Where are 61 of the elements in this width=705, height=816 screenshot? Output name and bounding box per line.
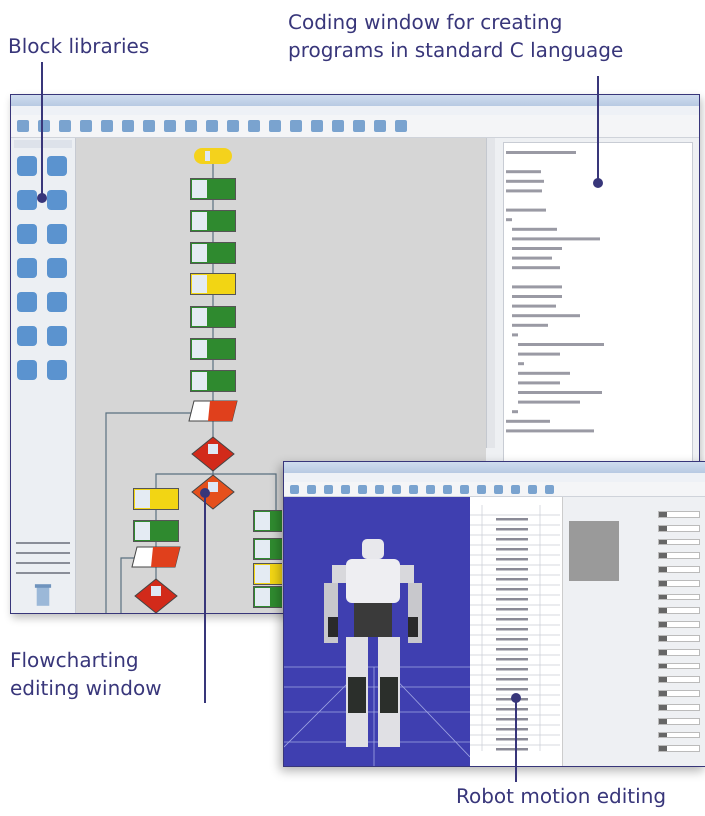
joint-field[interactable]: [658, 580, 700, 587]
joint-field[interactable]: [658, 594, 700, 600]
joint-field[interactable]: [658, 635, 700, 642]
action-block[interactable]: [190, 242, 236, 264]
action-block[interactable]: [133, 488, 179, 510]
block-icon[interactable]: [47, 292, 67, 312]
joint-field[interactable]: [658, 676, 700, 684]
joint-field[interactable]: [658, 621, 700, 628]
action-block[interactable]: [190, 338, 236, 360]
action-block[interactable]: [253, 510, 282, 532]
scroll-bar[interactable]: [486, 138, 495, 448]
trash-icon[interactable]: [34, 583, 52, 607]
block-icon[interactable]: [47, 258, 67, 278]
block-icon[interactable]: [47, 190, 67, 210]
joint-field[interactable]: [658, 745, 700, 752]
joint-field[interactable]: [658, 524, 700, 532]
action-block[interactable]: [253, 586, 282, 608]
block-icon[interactable]: [47, 156, 67, 176]
block-icon[interactable]: [17, 292, 37, 312]
joint-field[interactable]: [658, 718, 700, 724]
joint-field[interactable]: [658, 566, 700, 573]
block-icon[interactable]: [17, 326, 37, 346]
joint-field[interactable]: [658, 552, 700, 560]
joint-field[interactable]: [658, 662, 700, 670]
callout-label: Block libraries: [8, 33, 150, 60]
block-icon[interactable]: [17, 156, 37, 176]
action-block[interactable]: [253, 538, 282, 560]
callout-label: Flowcharting: [10, 647, 140, 674]
block-icon[interactable]: [47, 326, 67, 346]
action-block[interactable]: [190, 178, 236, 200]
action-block[interactable]: [190, 306, 236, 328]
action-block[interactable]: [190, 210, 236, 232]
output-block[interactable]: [131, 546, 181, 568]
action-block[interactable]: [190, 273, 236, 295]
block-icon[interactable]: [17, 258, 37, 278]
decision-block[interactable]: [191, 474, 235, 510]
action-block[interactable]: [253, 563, 282, 585]
start-block[interactable]: [194, 148, 232, 164]
callout-label: programs in standard C language: [288, 37, 624, 64]
block-icon[interactable]: [17, 360, 37, 380]
callout-label: Robot motion editing: [456, 783, 666, 810]
joint-field[interactable]: [658, 704, 700, 711]
joint-field[interactable]: [658, 690, 700, 697]
block-icon[interactable]: [47, 360, 67, 380]
callout-label: editing window: [10, 675, 162, 702]
output-block[interactable]: [188, 400, 238, 422]
joint-field[interactable]: [658, 538, 700, 546]
joint-field[interactable]: [658, 511, 700, 518]
joint-field[interactable]: [658, 648, 700, 656]
joint-field[interactable]: [658, 732, 700, 738]
decision-block[interactable]: [191, 436, 235, 472]
block-icon[interactable]: [17, 190, 37, 210]
callout-label: Coding window for creating: [288, 9, 564, 36]
block-icon[interactable]: [17, 224, 37, 244]
panel-header: [14, 140, 72, 148]
action-block[interactable]: [190, 370, 236, 392]
decision-block[interactable]: [134, 578, 178, 613]
action-block[interactable]: [133, 520, 179, 542]
pose-preview: [569, 521, 619, 581]
joint-field[interactable]: [658, 607, 700, 614]
block-icon[interactable]: [47, 224, 67, 244]
